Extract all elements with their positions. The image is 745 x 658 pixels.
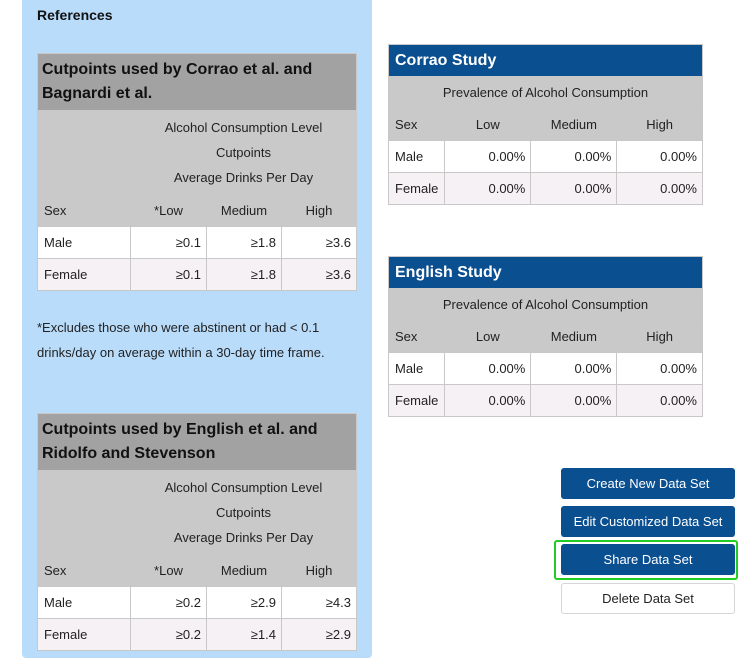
footnote: *Excludes those who were abstinent or ha… bbox=[37, 320, 325, 360]
edit-customized-data-set-button[interactable]: Edit Customized Data Set bbox=[561, 506, 735, 537]
corrao-study-table: Corrao Study Prevalence of Alcohol Consu… bbox=[387, 44, 703, 205]
references-title: References bbox=[37, 7, 113, 23]
column-header: Low bbox=[444, 108, 532, 141]
column-header: High bbox=[616, 108, 703, 141]
column-header: High bbox=[281, 554, 357, 587]
table-row: Female ≥0.2 ≥1.4 ≥2.9 bbox=[37, 618, 357, 651]
table-row: Female 0.00% 0.00% 0.00% bbox=[387, 172, 703, 205]
column-header: Medium bbox=[206, 194, 282, 227]
column-header: Sex bbox=[37, 554, 131, 587]
study-title: Corrao Study bbox=[388, 44, 703, 77]
column-header: Low bbox=[444, 320, 532, 353]
column-header: Sex bbox=[387, 108, 446, 141]
delete-data-set-button[interactable]: Delete Data Set bbox=[561, 583, 735, 614]
column-header: *Low bbox=[130, 554, 207, 587]
column-header: High bbox=[281, 194, 357, 227]
study-title: English Study bbox=[388, 256, 703, 289]
table-header: Cutpoints used by Corrao et al. and Bagn… bbox=[37, 53, 357, 111]
column-header: High bbox=[616, 320, 703, 353]
study-subtitle: Prevalence of Alcohol Consumption bbox=[388, 76, 703, 109]
table-header: Cutpoints used by English et al. and Rid… bbox=[37, 413, 357, 471]
english-cutpoints-table: Cutpoints used by English et al. and Rid… bbox=[37, 413, 357, 651]
cutpoints-subheader: Alcohol Consumption Level Cutpoints Aver… bbox=[130, 470, 357, 555]
english-study-table: English Study Prevalence of Alcohol Cons… bbox=[387, 256, 703, 417]
table-row: Male 0.00% 0.00% 0.00% bbox=[387, 352, 703, 385]
table-row: Male ≥0.2 ≥2.9 ≥4.3 bbox=[37, 586, 357, 619]
table-row: Female 0.00% 0.00% 0.00% bbox=[387, 384, 703, 417]
cutpoints-subheader: Alcohol Consumption Level Cutpoints Aver… bbox=[130, 110, 357, 195]
column-header: Medium bbox=[530, 320, 618, 353]
column-header: Sex bbox=[387, 320, 446, 353]
column-header: Medium bbox=[206, 554, 282, 587]
table-row: Male 0.00% 0.00% 0.00% bbox=[387, 140, 703, 173]
study-subtitle: Prevalence of Alcohol Consumption bbox=[388, 288, 703, 321]
column-header: Medium bbox=[530, 108, 618, 141]
share-data-set-button[interactable]: Share Data Set bbox=[561, 544, 735, 575]
column-header: Sex bbox=[37, 194, 131, 227]
column-header: *Low bbox=[130, 194, 207, 227]
table-row: Female ≥0.1 ≥1.8 ≥3.6 bbox=[37, 258, 357, 291]
corrao-cutpoints-table: Cutpoints used by Corrao et al. and Bagn… bbox=[37, 53, 357, 291]
table-row: Male ≥0.1 ≥1.8 ≥3.6 bbox=[37, 226, 357, 259]
create-new-data-set-button[interactable]: Create New Data Set bbox=[561, 468, 735, 499]
